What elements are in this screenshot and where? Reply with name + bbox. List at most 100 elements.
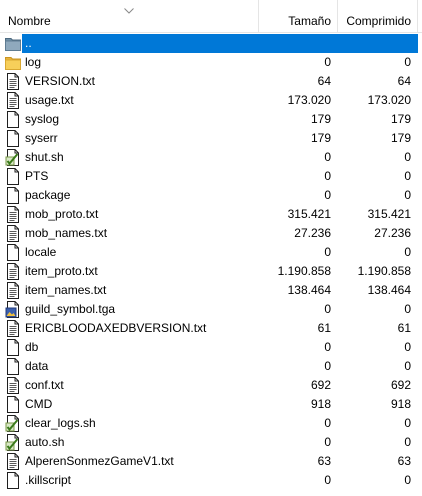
list-item[interactable]: syserr 179 179 [0,129,418,148]
list-item[interactable]: usage.txt 173.020 173.020 [0,91,418,110]
file-compressed-size: 0 [404,169,411,183]
file-name: syserr [25,131,58,145]
file-compressed-size: 64 [397,74,411,88]
script-file-icon [5,415,21,432]
file-name: ERICBLOODAXEDBVERSION.txt [25,321,207,335]
text-file-icon [5,282,21,299]
file-icon [5,358,21,375]
file-name: shut.sh [25,150,64,164]
file-icon [5,244,21,261]
file-compressed-size: 692 [390,378,411,392]
file-name: mob_names.txt [25,226,108,240]
file-size: 173.020 [287,93,331,107]
file-name: package [25,188,71,202]
file-name: db [25,340,39,354]
text-file-icon [5,320,21,337]
file-icon [5,339,21,356]
file-size: 692 [310,378,331,392]
file-compressed-size: 0 [404,416,411,430]
file-compressed-size: 138.464 [367,283,411,297]
column-header-bar: Nombre Tamaño Comprimido [0,0,422,33]
file-size: 179 [310,112,331,126]
text-file-icon [5,225,21,242]
sort-descending-icon [124,8,134,14]
list-item[interactable]: CMD 918 918 [0,395,418,414]
list-item[interactable]: clear_logs.sh 0 0 [0,414,418,433]
list-item[interactable]: mob_proto.txt 315.421 315.421 [0,205,418,224]
file-compressed-size: 0 [404,473,411,487]
list-item[interactable]: shut.sh 0 0 [0,148,418,167]
file-compressed-size: 27.236 [374,226,411,240]
parent-folder-icon [5,35,21,52]
file-size: 0 [324,302,331,316]
file-compressed-size: 0 [404,55,411,69]
list-item[interactable]: conf.txt 692 692 [0,376,418,395]
script-file-icon [5,434,21,451]
file-icon [5,130,21,147]
list-item[interactable]: log 0 0 [0,53,418,72]
file-icon [5,472,21,489]
list-item[interactable]: guild_symbol.tga 0 0 [0,300,418,319]
file-compressed-size: 63 [397,454,411,468]
file-name: CMD [25,397,53,411]
list-item[interactable]: item_proto.txt 1.190.858 1.190.858 [0,262,418,281]
list-item[interactable]: package 0 0 [0,186,418,205]
file-icon [5,111,21,128]
list-item[interactable]: auto.sh 0 0 [0,433,418,452]
column-divider[interactable] [417,0,418,33]
file-size: 61 [317,321,331,335]
file-size: 0 [324,245,331,259]
file-compressed-size: 1.190.858 [357,264,411,278]
list-item[interactable]: ERICBLOODAXEDBVERSION.txt 61 61 [0,319,418,338]
file-name: .. [25,36,32,50]
file-name: auto.sh [25,435,65,449]
file-icon [5,187,21,204]
file-name: guild_symbol.tga [25,302,116,316]
file-size: 0 [324,55,331,69]
file-name: item_proto.txt [25,264,98,278]
file-size: 0 [324,359,331,373]
list-item-parent-directory[interactable]: .. [0,34,418,53]
file-compressed-size: 173.020 [367,93,411,107]
file-name: log [25,55,42,69]
file-compressed-size: 179 [390,112,411,126]
file-list-view[interactable]: Nombre Tamaño Comprimido .. log 0 0 VERSIO… [0,0,422,496]
text-file-icon [5,453,21,470]
list-item[interactable]: data 0 0 [0,357,418,376]
file-size: 1.190.858 [277,264,331,278]
text-file-icon [5,92,21,109]
list-item[interactable]: mob_names.txt 27.236 27.236 [0,224,418,243]
list-item[interactable]: AlperenSonmezGameV1.txt 63 63 [0,452,418,471]
file-compressed-size: 61 [397,321,411,335]
column-header-size[interactable]: Tamaño [258,0,337,33]
selection-highlight [22,34,418,53]
list-item[interactable]: VERSION.txt 64 64 [0,72,418,91]
text-file-icon [5,206,21,223]
list-item[interactable]: db 0 0 [0,338,418,357]
list-item[interactable]: .killscript 0 0 [0,471,418,490]
list-item[interactable]: PTS 0 0 [0,167,418,186]
file-name: syslog [25,112,60,126]
column-header-name[interactable]: Nombre [0,0,258,33]
file-size: 0 [324,473,331,487]
file-size: 0 [324,416,331,430]
file-name: mob_proto.txt [25,207,99,221]
file-compressed-size: 918 [390,397,411,411]
text-file-icon [5,263,21,280]
file-size: 63 [317,454,331,468]
file-icon [5,168,21,185]
file-compressed-size: 0 [404,150,411,164]
file-name: usage.txt [25,93,74,107]
file-size: 918 [310,397,331,411]
file-name: VERSION.txt [25,74,96,88]
file-compressed-size: 0 [404,435,411,449]
column-header-compressed[interactable]: Comprimido [337,0,417,33]
list-item[interactable]: syslog 179 179 [0,110,418,129]
list-item[interactable]: item_names.txt 138.464 138.464 [0,281,418,300]
file-name: PTS [25,169,49,183]
file-size: 0 [324,188,331,202]
image-file-icon [5,301,21,318]
file-name: conf.txt [25,378,64,392]
list-item[interactable]: locale 0 0 [0,243,418,262]
file-compressed-size: 179 [390,131,411,145]
